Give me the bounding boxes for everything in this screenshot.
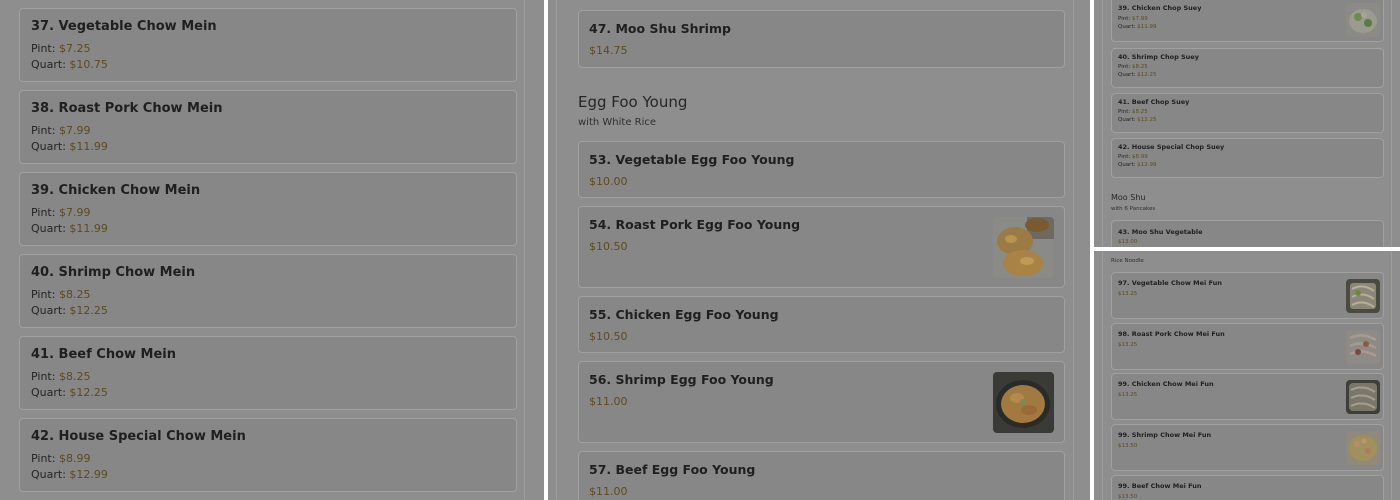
item-name: 41. Beef Chow Mein xyxy=(31,347,177,362)
item-price: $13.25 xyxy=(1118,342,1138,348)
item-name: 38. Roast Pork Chow Mein xyxy=(31,101,223,116)
pint-price: Pint: $7.25 xyxy=(31,42,91,55)
quart-price: Quart: $11.99 xyxy=(31,222,108,235)
divider xyxy=(1102,251,1103,500)
item-name: 42. House Special Chow Mein xyxy=(31,429,246,444)
menu-item-card[interactable]: 56. Shrimp Egg Foo Young $11.00 xyxy=(578,361,1065,443)
divider xyxy=(1391,0,1392,247)
menu-item-card[interactable]: 47. Moo Shu Shrimp $14.75 xyxy=(578,10,1065,68)
quart-price: Quart: $12.25 xyxy=(1118,117,1157,123)
menu-item-card[interactable]: 40. Shrimp Chop Suey Pint: $8.25 Quart: … xyxy=(1111,48,1384,88)
item-name: 39. Chicken Chop Suey xyxy=(1118,4,1202,12)
section-subtitle: with White Rice xyxy=(578,117,657,128)
chow-mei-fun-panel: Rice Noodle 97. Vegetable Chow Mei Fun $… xyxy=(1094,251,1400,500)
divider xyxy=(1073,0,1074,500)
quart-price: Quart: $12.25 xyxy=(31,304,108,317)
item-price: $10.50 xyxy=(589,240,628,253)
divider xyxy=(556,0,557,500)
section-title: Moo Shu xyxy=(1111,193,1146,202)
menu-item-card[interactable]: 42. House Special Chow Mein Pint: $8.99 … xyxy=(19,418,517,492)
dish-photo[interactable] xyxy=(1346,330,1380,364)
dish-photo[interactable] xyxy=(1346,279,1380,313)
menu-item-card[interactable]: 57. Beef Egg Foo Young $11.00 xyxy=(578,451,1065,500)
menu-item-card[interactable]: 41. Beef Chow Mein Pint: $8.25 Quart: $1… xyxy=(19,336,517,410)
item-price: $13.50 xyxy=(1118,494,1138,500)
item-name: 97. Vegetable Chow Mei Fun xyxy=(1118,279,1222,287)
item-name: 99. Chicken Chow Mei Fun xyxy=(1118,380,1214,388)
item-name: 99. Shrimp Chow Mei Fun xyxy=(1118,431,1212,439)
chow-mein-panel: 37. Vegetable Chow Mein Pint: $7.25 Quar… xyxy=(0,0,544,500)
menu-item-card[interactable]: 38. Roast Pork Chow Mein Pint: $7.99 Qua… xyxy=(19,90,517,164)
section-subtitle: Rice Noodle xyxy=(1111,258,1144,264)
pint-price: Pint: $8.25 xyxy=(31,288,91,301)
menu-item-card[interactable]: 54. Roast Pork Egg Foo Young $10.50 xyxy=(578,206,1065,288)
item-price: $14.75 xyxy=(589,44,628,57)
divider xyxy=(524,0,525,500)
item-price: $11.00 xyxy=(589,485,628,498)
item-name: 41. Beef Chop Suey xyxy=(1118,98,1190,106)
item-price: $10.50 xyxy=(589,330,628,343)
menu-item-card[interactable]: 53. Vegetable Egg Foo Young $10.00 xyxy=(578,141,1065,198)
item-name: 43. Moo Shu Vegetable xyxy=(1118,228,1203,236)
item-name: 55. Chicken Egg Foo Young xyxy=(589,307,779,322)
quart-price: Quart: $12.99 xyxy=(31,468,108,481)
item-name: 39. Chicken Chow Mein xyxy=(31,183,201,198)
item-name: 98. Roast Pork Chow Mei Fun xyxy=(1118,330,1225,338)
item-price: $13.50 xyxy=(1118,443,1138,449)
dish-photo[interactable] xyxy=(993,372,1054,433)
menu-item-card[interactable]: 40. Shrimp Chow Mein Pint: $8.25 Quart: … xyxy=(19,254,517,328)
pint-price: Pint: $8.25 xyxy=(1118,64,1148,70)
pint-price: Pint: $7.99 xyxy=(1118,16,1148,22)
menu-item-card[interactable]: 97. Vegetable Chow Mei Fun $13.25 xyxy=(1111,272,1384,319)
menu-item-card[interactable]: 42. House Special Chop Suey Pint: $8.99 … xyxy=(1111,138,1384,178)
quart-price: Quart: $12.99 xyxy=(1118,162,1157,168)
item-name: 99. Beef Chow Mei Fun xyxy=(1118,482,1202,490)
menu-item-card[interactable]: 98. Roast Pork Chow Mei Fun $13.25 xyxy=(1111,323,1384,370)
pint-price: Pint: $8.25 xyxy=(1118,109,1148,115)
item-name: 47. Moo Shu Shrimp xyxy=(589,21,731,36)
section-subtitle: with 6 Pancakes xyxy=(1111,206,1156,212)
divider xyxy=(1102,0,1103,247)
section-title: Egg Foo Young xyxy=(578,93,688,111)
item-name: 40. Shrimp Chop Suey xyxy=(1118,53,1199,61)
pint-price: Pint: $8.25 xyxy=(31,370,91,383)
item-price: $13.25 xyxy=(1118,291,1138,297)
menu-item-card[interactable]: 99. Chicken Chow Mei Fun $13.25 xyxy=(1111,373,1384,420)
menu-item-card[interactable]: 55. Chicken Egg Foo Young $10.50 xyxy=(578,296,1065,353)
dish-photo[interactable] xyxy=(1346,380,1380,414)
menu-item-card[interactable]: 41. Beef Chop Suey Pint: $8.25 Quart: $1… xyxy=(1111,93,1384,133)
item-price: $13.25 xyxy=(1118,392,1138,398)
chop-suey-panel: 39. Chicken Chop Suey Pint: $7.99 Quart:… xyxy=(1094,0,1400,247)
item-price: $11.00 xyxy=(589,395,628,408)
menu-item-card[interactable]: 43. Moo Shu Vegetable $13.00 xyxy=(1111,220,1384,247)
divider xyxy=(1391,251,1392,500)
item-name: 56. Shrimp Egg Foo Young xyxy=(589,372,774,387)
menu-item-card[interactable]: 39. Chicken Chow Mein Pint: $7.99 Quart:… xyxy=(19,172,517,246)
item-name: 57. Beef Egg Foo Young xyxy=(589,462,756,477)
dish-photo[interactable] xyxy=(1346,431,1380,465)
quart-price: Quart: $11.99 xyxy=(1118,24,1157,30)
dish-photo[interactable] xyxy=(1346,3,1380,37)
item-price: $13.00 xyxy=(1118,239,1138,245)
quart-price: Quart: $10.75 xyxy=(31,58,108,71)
quart-price: Quart: $12.25 xyxy=(1118,72,1157,78)
menu-item-card[interactable]: 99. Beef Chow Mei Fun $13.50 xyxy=(1111,475,1384,500)
menu-item-card[interactable]: 39. Chicken Chop Suey Pint: $7.99 Quart:… xyxy=(1111,0,1384,42)
dish-photo[interactable] xyxy=(993,217,1054,278)
item-price: $10.00 xyxy=(589,175,628,188)
pint-price: Pint: $7.99 xyxy=(31,206,91,219)
quart-price: Quart: $11.99 xyxy=(31,140,108,153)
pint-price: Pint: $8.99 xyxy=(31,452,91,465)
egg-foo-young-panel: 47. Moo Shu Shrimp $14.75 Egg Foo Young … xyxy=(548,0,1090,500)
item-name: 42. House Special Chop Suey xyxy=(1118,143,1225,151)
item-name: 40. Shrimp Chow Mein xyxy=(31,265,196,280)
item-name: 54. Roast Pork Egg Foo Young xyxy=(589,217,801,232)
item-name: 53. Vegetable Egg Foo Young xyxy=(589,152,795,167)
menu-item-card[interactable]: 37. Vegetable Chow Mein Pint: $7.25 Quar… xyxy=(19,8,517,82)
quart-price: Quart: $12.25 xyxy=(31,386,108,399)
pint-price: Pint: $7.99 xyxy=(31,124,91,137)
pint-price: Pint: $8.99 xyxy=(1118,154,1148,160)
item-name: 37. Vegetable Chow Mein xyxy=(31,19,217,34)
menu-item-card[interactable]: 99. Shrimp Chow Mei Fun $13.50 xyxy=(1111,424,1384,471)
